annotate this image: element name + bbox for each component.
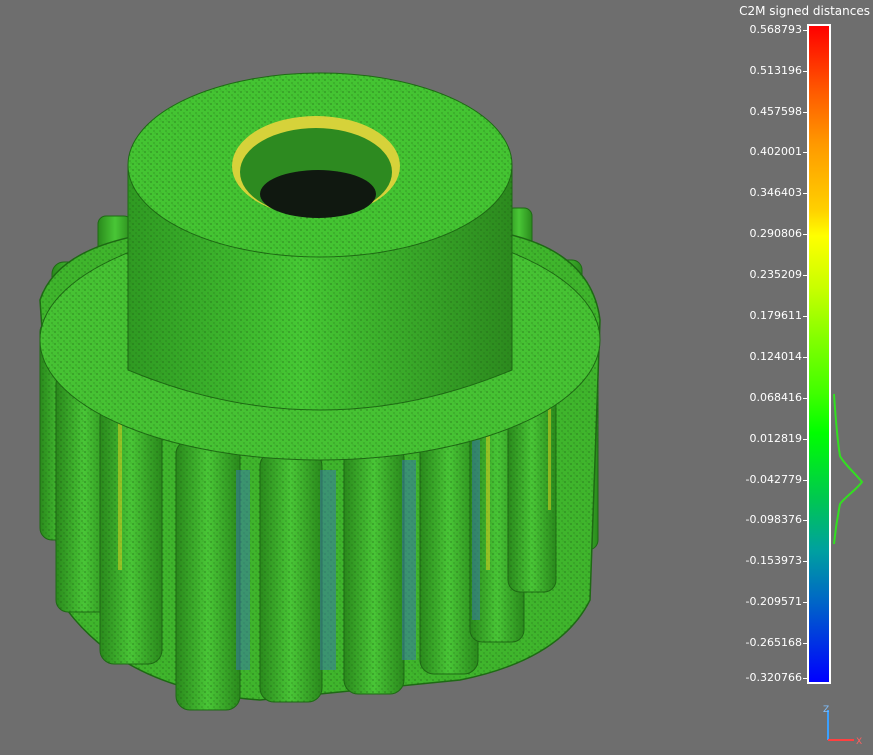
tick-label: 0.457598 xyxy=(690,106,807,118)
tick-label: 0.068416 xyxy=(690,392,807,404)
tick-label: 0.012819 xyxy=(690,433,807,445)
tick-label: -0.153973 xyxy=(690,555,807,567)
tick-label: 0.235209 xyxy=(690,269,807,281)
tick-label: -0.098376 xyxy=(690,514,807,526)
tick-label: 0.402001 xyxy=(690,146,807,158)
tick-label: 0.124014 xyxy=(690,351,807,363)
color-scale-bar xyxy=(807,24,831,684)
tick-label: 0.290806 xyxy=(690,228,807,240)
scalar-field-title: C2M signed distances xyxy=(739,4,870,18)
tick-label: -0.209571 xyxy=(690,596,807,608)
axis-x-label: X xyxy=(856,737,862,746)
tick-label: 0.568793 xyxy=(690,24,807,36)
axis-orientation-gizmo: Z X xyxy=(823,705,862,746)
tick-label: 0.179611 xyxy=(690,310,807,322)
bore-bottom xyxy=(260,170,376,218)
tick-label: -0.265168 xyxy=(690,637,807,649)
distance-histogram xyxy=(833,393,864,545)
tick-label: -0.042779 xyxy=(690,474,807,486)
tick-label: -0.320766 xyxy=(690,672,807,684)
tick-label: 0.513196 xyxy=(690,65,807,77)
tick-label: 0.346403 xyxy=(690,187,807,199)
axis-z-label: Z xyxy=(823,705,829,715)
